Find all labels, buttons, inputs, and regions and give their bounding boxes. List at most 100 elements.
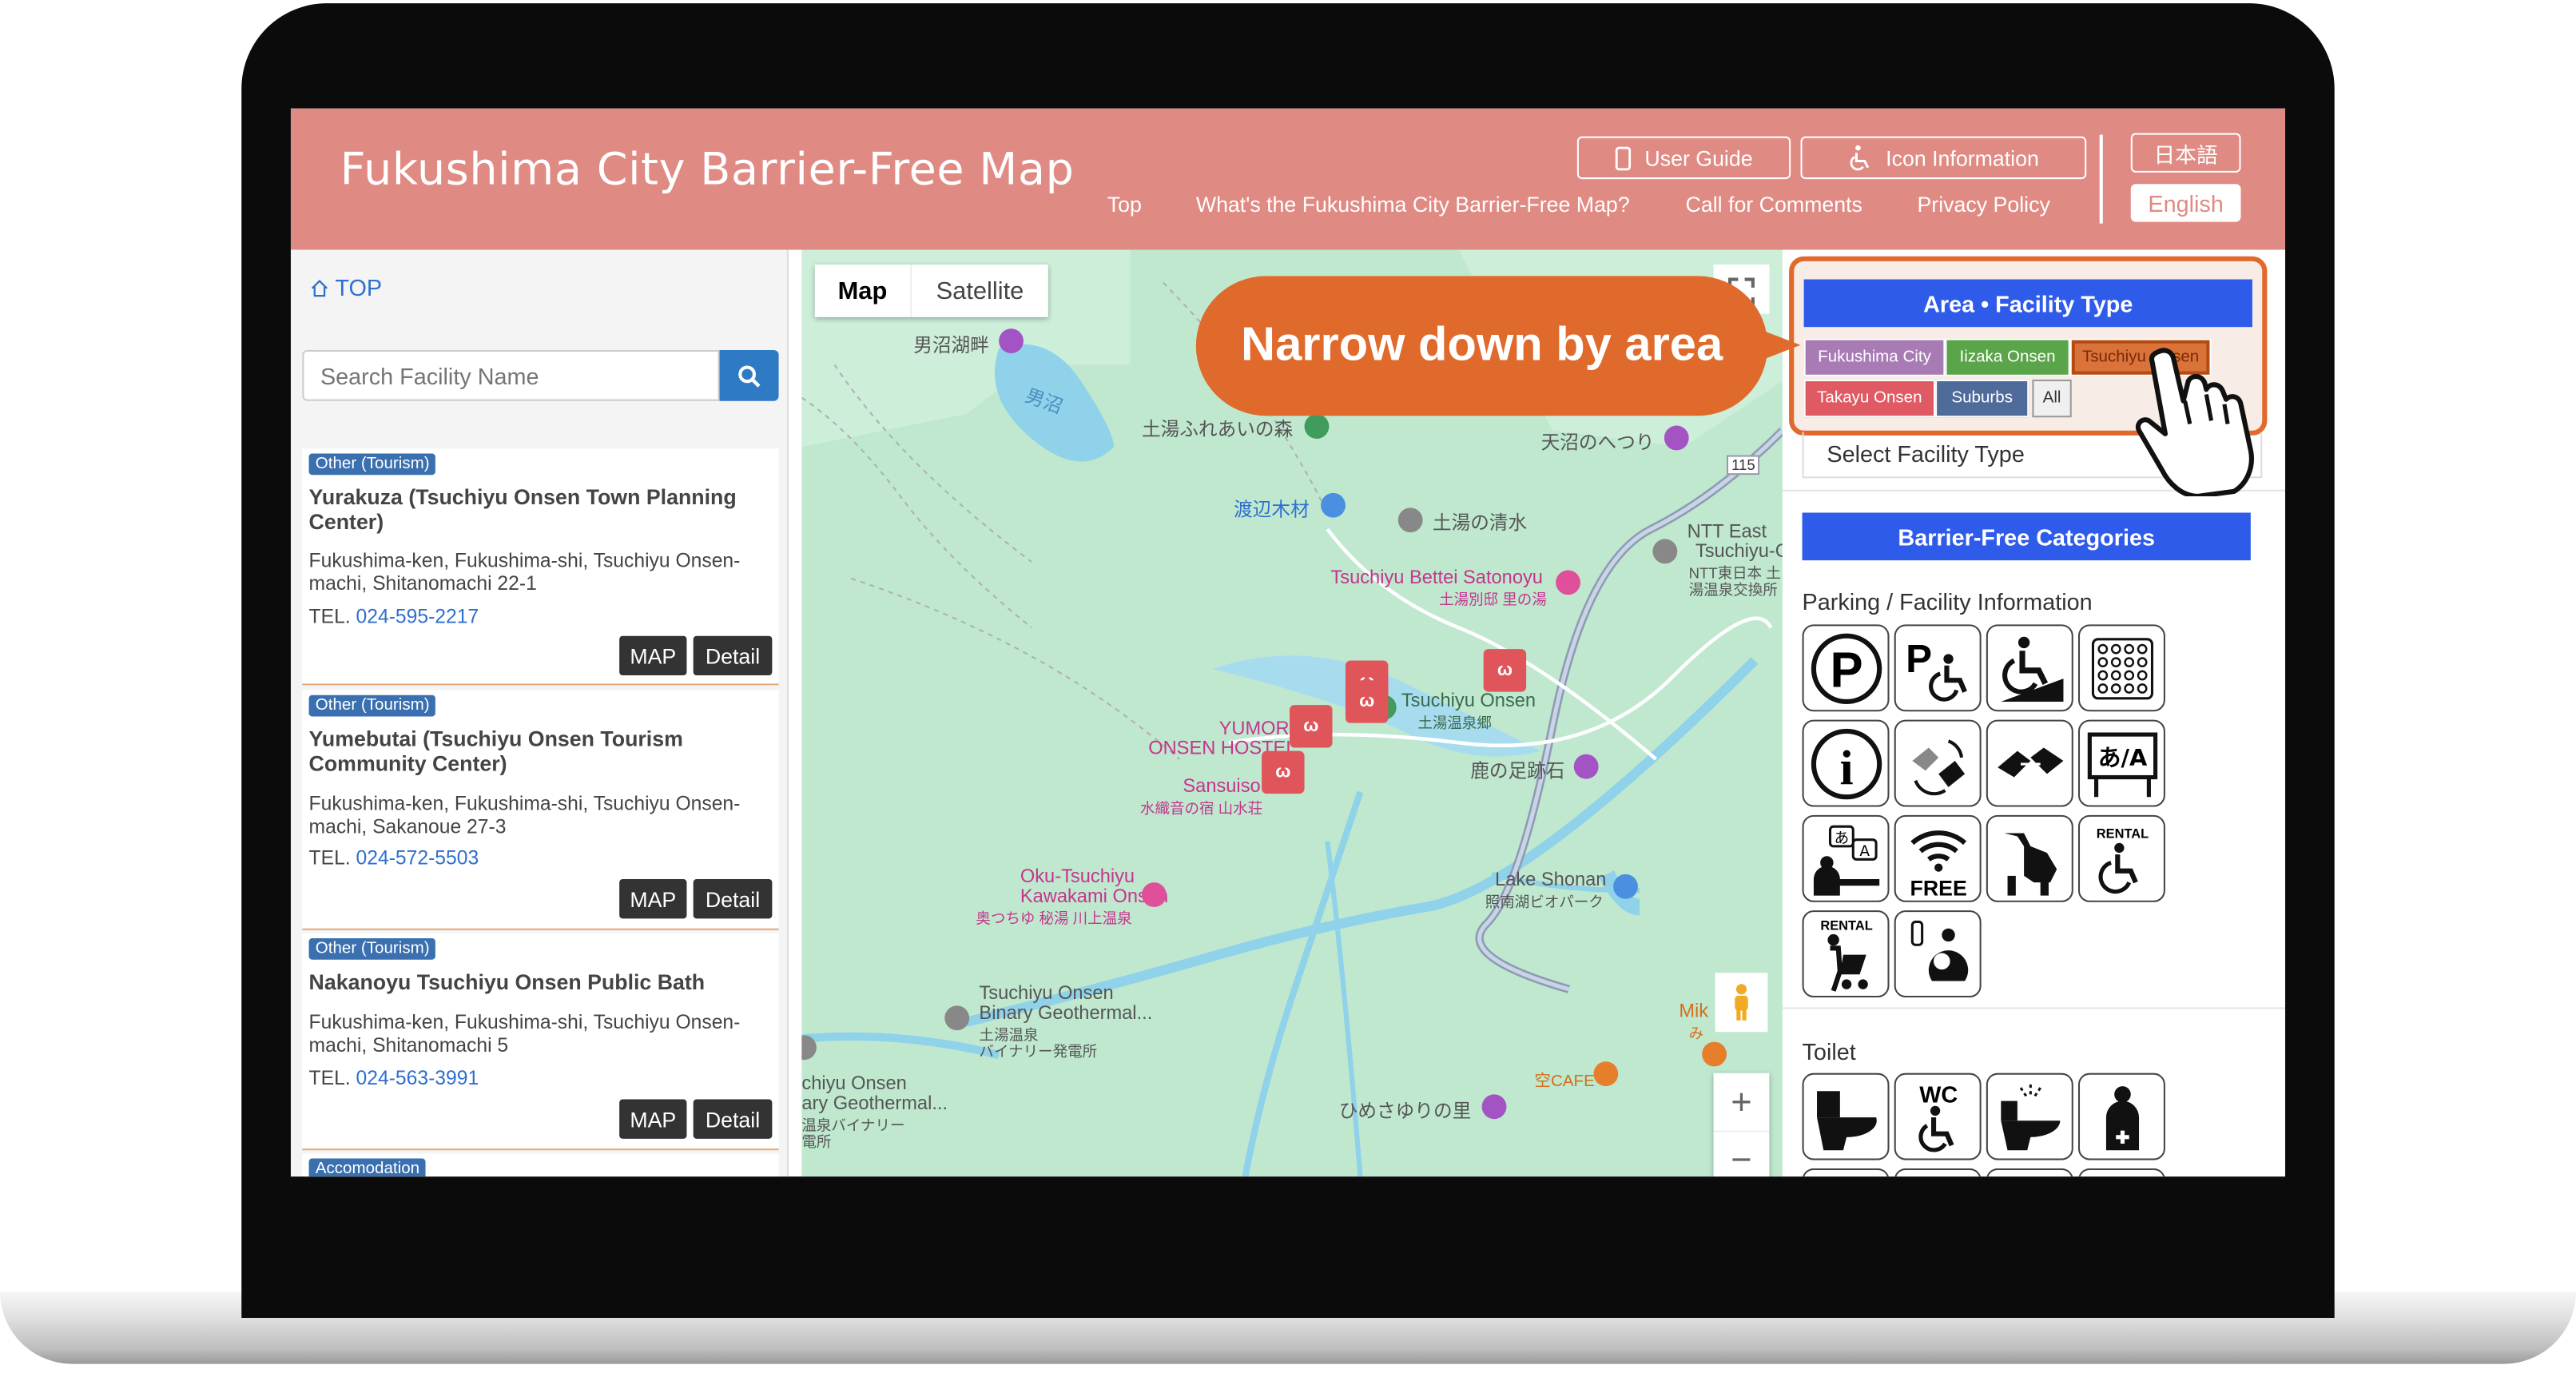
map-label: 電所: [801, 1133, 832, 1151]
map-label: chiyu Onsen: [801, 1074, 907, 1095]
detail-button[interactable]: Detail: [693, 879, 773, 919]
map-label: Oku-Tsuchiyu: [1020, 867, 1135, 888]
barrier-free-categories-header[interactable]: Barrier-Free Categories: [1802, 512, 2251, 561]
facility-tag: Accomodation: [308, 1158, 427, 1177]
foreign-language-a: A: [1858, 842, 1869, 859]
tactile-paving-icon[interactable]: [2077, 624, 2165, 712]
nav-comments[interactable]: Call for Comments: [1686, 193, 1862, 217]
cafe-marker[interactable]: [1593, 1061, 1619, 1087]
detail-button[interactable]: Detail: [693, 1099, 773, 1139]
divider: [1782, 1007, 2286, 1009]
facility-tel: TEL. 024-572-5503: [309, 846, 479, 870]
top-link[interactable]: TOP: [311, 274, 383, 301]
search-button[interactable]: [719, 349, 779, 401]
facility-card: Other (Tourism) Yumebutai (Tsuchiyu Onse…: [302, 690, 779, 930]
map-type-satellite-button[interactable]: Satellite: [910, 265, 1048, 317]
sign-language-icon[interactable]: [1986, 719, 2073, 807]
rabbit-marker[interactable]: ω: [1262, 750, 1305, 794]
nursing-room-icon[interactable]: [1894, 910, 1982, 998]
map-label: Sansuiso: [1183, 777, 1261, 798]
tel-link[interactable]: 024-563-3991: [356, 1066, 479, 1089]
zoom-out-button[interactable]: −: [1713, 1130, 1770, 1176]
cafe-marker[interactable]: [1702, 1041, 1727, 1067]
poi-marker[interactable]: [999, 328, 1024, 354]
rabbit-marker[interactable]: ω: [1290, 705, 1333, 748]
multilingual-sign-icon[interactable]: あ/A: [2077, 719, 2165, 807]
icon-partial: [1894, 1168, 1982, 1177]
language-english-button[interactable]: English: [2130, 184, 2241, 222]
nav-top[interactable]: Top: [1107, 193, 1142, 217]
area-button-all[interactable]: All: [2032, 379, 2072, 418]
icon-information-label: Icon Information: [1886, 145, 2039, 170]
header-divider: [2099, 134, 2102, 224]
hotel-marker[interactable]: [1141, 882, 1167, 907]
top-link-label: TOP: [335, 274, 383, 301]
place-marker[interactable]: [1397, 507, 1423, 533]
map-label: ひめさゆりの里: [1338, 1102, 1472, 1123]
map-label: Mik: [1679, 1002, 1709, 1022]
language-japanese-button[interactable]: 日本語: [2130, 133, 2241, 173]
rabbit-marker[interactable]: ω: [1483, 649, 1527, 692]
foreign-language-support-icon[interactable]: あA: [1802, 814, 1890, 902]
parking-icon[interactable]: P: [1802, 624, 1890, 712]
area-button-fukushima-city[interactable]: Fukushima City: [1803, 338, 1946, 376]
area-button-suburbs[interactable]: Suburbs: [1935, 379, 2029, 418]
nav-about[interactable]: What's the Fukushima City Barrier-Free M…: [1196, 193, 1630, 217]
rabbit-marker[interactable]: ω: [1345, 680, 1389, 723]
area-facility-type-header[interactable]: Area • Facility Type: [1803, 279, 2252, 328]
site-title[interactable]: Fukushima City Barrier-Free Map: [340, 145, 1075, 196]
nav-privacy[interactable]: Privacy Policy: [1917, 193, 2049, 217]
map-button[interactable]: MAP: [619, 879, 687, 919]
place-marker[interactable]: [1652, 539, 1678, 564]
map-button[interactable]: MAP: [619, 635, 687, 676]
ostomate-toilet-icon[interactable]: [2077, 1073, 2165, 1160]
facility-tel: TEL. 024-563-3991: [309, 1066, 479, 1089]
map-label: YUMORI: [1218, 719, 1295, 740]
poi-marker[interactable]: [1664, 425, 1689, 451]
icon-information-button[interactable]: Icon Information: [1800, 136, 2087, 180]
area-button-iizaka-onsen[interactable]: Iizaka Onsen: [1945, 338, 2070, 376]
map-label: Tsuchiyu Bettei Satonoyu: [1330, 568, 1543, 589]
map-label: 空CAFE: [1534, 1073, 1595, 1092]
map-type-map-button[interactable]: Map: [815, 265, 910, 317]
hotel-marker[interactable]: [1556, 570, 1580, 595]
facility-name[interactable]: Yurakuza (Tsuchiyu Onsen Town Planning C…: [309, 485, 753, 535]
accessible-toilet-icon[interactable]: WC: [1894, 1073, 1982, 1160]
area-button-takayu-onsen[interactable]: Takayu Onsen: [1803, 379, 1936, 418]
western-toilet-icon[interactable]: [1802, 1073, 1890, 1160]
street-view-button[interactable]: [1715, 973, 1768, 1033]
assistance-icon[interactable]: [1894, 719, 1982, 807]
accessible-parking-icon[interactable]: P: [1894, 624, 1982, 712]
tel-label: TEL.: [308, 1066, 351, 1090]
tel-link[interactable]: 024-595-2217: [356, 605, 479, 628]
poi-marker[interactable]: [1481, 1094, 1507, 1120]
wheelchair-ramp-icon[interactable]: [1986, 624, 2073, 712]
stroller-rental-icon[interactable]: RENTAL: [1802, 910, 1890, 998]
facility-name[interactable]: Yumebutai (Tsuchiyu Onsen Tourism Commun…: [309, 726, 753, 776]
detail-button[interactable]: Detail: [693, 635, 773, 676]
parking-section-title: Parking / Facility Information: [1802, 588, 2093, 615]
shop-marker[interactable]: [1321, 492, 1346, 518]
free-wifi-icon[interactable]: FREE: [1894, 814, 1982, 902]
washlet-toilet-icon[interactable]: [1986, 1073, 2073, 1160]
search-input[interactable]: [302, 349, 720, 401]
map-button[interactable]: MAP: [619, 1099, 687, 1139]
map-label: Lake Shonan: [1495, 870, 1607, 891]
park-marker[interactable]: [1304, 414, 1330, 439]
poi-marker[interactable]: [1613, 874, 1638, 899]
next-icon-row: [1802, 1168, 2285, 1177]
assistance-dog-icon[interactable]: [1986, 814, 2073, 902]
hand-pointer-icon: [2135, 348, 2254, 496]
wheelchair-rental-icon[interactable]: RENTAL: [2077, 814, 2165, 902]
facility-name[interactable]: Nakanoyu Tsuchiyu Onsen Public Bath: [309, 969, 753, 994]
place-marker[interactable]: [944, 1005, 970, 1031]
user-guide-button[interactable]: User Guide: [1576, 136, 1791, 180]
search-icon: [738, 364, 761, 387]
zoom-in-button[interactable]: +: [1714, 1073, 1770, 1131]
free-wifi-text: FREE: [1910, 876, 1966, 898]
map-label: 土湯ふれあいの森: [1141, 420, 1294, 441]
tel-link[interactable]: 024-572-5503: [356, 846, 479, 870]
poi-marker[interactable]: [1573, 754, 1599, 779]
information-icon[interactable]: i: [1802, 719, 1890, 807]
map-label: 水織音の宿 山水荘: [1139, 800, 1263, 817]
